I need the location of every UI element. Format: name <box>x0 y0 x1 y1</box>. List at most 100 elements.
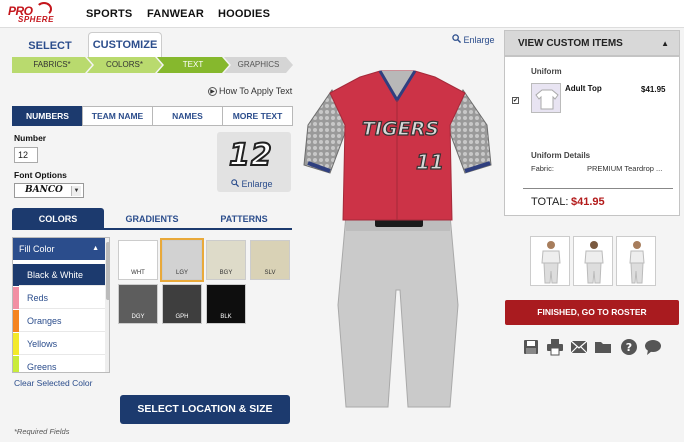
view-thumb-front[interactable] <box>530 236 570 286</box>
tab-gradients[interactable]: GRADIENTS <box>112 208 192 230</box>
view-thumb-side[interactable] <box>616 236 656 286</box>
swatch-code: BLK <box>220 314 232 320</box>
fill-color-header[interactable]: Fill Color ▲ <box>13 238 105 260</box>
total-label: TOTAL: <box>531 196 569 208</box>
step-progress: FABRICS* COLORS* TEXT GRAPHICS <box>12 57 293 73</box>
step-graphics[interactable]: GRAPHICS <box>224 57 293 73</box>
tab-team-name[interactable]: TEAM NAME <box>82 106 153 126</box>
text-subtabs: NUMBERS TEAM NAME NAMES MORE TEXT <box>12 106 293 126</box>
font-select-value: BANCO <box>25 185 63 195</box>
save-icon[interactable] <box>522 338 540 356</box>
fill-color-list: Fill Color ▲ Black & White Reds Oranges … <box>12 237 110 373</box>
fill-item-label: Black & White <box>27 270 84 280</box>
swatch-code: BGY <box>219 270 233 276</box>
number-preview: 12 Enlarge <box>217 132 291 192</box>
font-select[interactable]: BANCO ▼ <box>14 183 84 198</box>
fill-item-label: Yellows <box>27 339 58 349</box>
swatch-slv[interactable]: SLV <box>250 240 290 280</box>
swatch-marker <box>13 356 19 372</box>
jersey-number: 11 <box>416 150 444 174</box>
play-icon: ▶ <box>208 87 217 97</box>
tab-select[interactable]: SELECT <box>14 36 86 56</box>
how-to-apply-link[interactable]: ▶ How To Apply Text <box>208 86 293 97</box>
swatch-marker <box>13 310 19 332</box>
chat-icon[interactable] <box>644 338 662 356</box>
step-text[interactable]: TEXT <box>157 57 229 73</box>
brand-logo[interactable]: PRO SPHERE <box>8 2 70 26</box>
fabric-label: Fabric: <box>531 164 554 173</box>
swatch-lgy[interactable]: LGY <box>160 238 204 282</box>
folder-icon[interactable] <box>594 338 612 356</box>
zoom-icon <box>231 179 240 188</box>
item-checkbox[interactable]: ✔ <box>512 97 519 104</box>
color-tabs: COLORS GRADIENTS PATTERNS <box>12 208 292 230</box>
nav-sports[interactable]: SPORTS <box>86 8 132 20</box>
swatch-dgy[interactable]: DGY <box>118 284 158 324</box>
view-custom-items-header[interactable]: VIEW CUSTOM ITEMS ▲ <box>504 30 680 56</box>
swatch-marker <box>13 333 19 355</box>
swatch-marker <box>13 264 19 286</box>
svg-text:?: ? <box>626 341 632 354</box>
help-icon[interactable]: ? <box>620 338 638 356</box>
swatch-code: GPH <box>175 314 189 320</box>
step-fabrics[interactable]: FABRICS* <box>12 57 92 73</box>
fill-item-oranges[interactable]: Oranges <box>13 310 105 332</box>
jersey-team-text: TIGERS <box>362 118 439 140</box>
enlarge-link[interactable]: Enlarge <box>452 34 495 45</box>
tab-names[interactable]: NAMES <box>152 106 223 126</box>
swatch-marker <box>13 287 19 309</box>
clear-selected-color-link[interactable]: Clear Selected Color <box>14 378 92 388</box>
logo-swoosh <box>36 2 52 16</box>
swatch-gph[interactable]: GPH <box>162 284 202 324</box>
fill-item-label: Reds <box>27 293 49 303</box>
number-input[interactable]: 12 <box>14 147 38 163</box>
item-name: Adult Top <box>565 84 602 93</box>
preview-enlarge-label: Enlarge <box>241 179 273 189</box>
logo-subtext: SPHERE <box>18 15 54 24</box>
swatch-bgy[interactable]: BGY <box>206 240 246 280</box>
swatch-blk[interactable]: BLK <box>206 284 246 324</box>
view-thumb-back[interactable] <box>573 236 613 286</box>
fill-item-greens[interactable]: Greens <box>13 356 105 372</box>
fill-item-label: Oranges <box>27 316 62 326</box>
chevron-down-icon: ▼ <box>71 186 81 196</box>
how-to-label: How To Apply Text <box>219 86 293 96</box>
preview-number: 12 <box>228 137 273 174</box>
enlarge-label: Enlarge <box>463 35 495 45</box>
player-side-icon <box>629 241 645 284</box>
swatch-wht[interactable]: WHT <box>118 240 158 280</box>
swatch-code: SLV <box>264 270 276 276</box>
tab-colors[interactable]: COLORS <box>12 208 104 230</box>
nav-fanwear[interactable]: FANWEAR <box>147 8 204 20</box>
nav-hoodies[interactable]: HOODIES <box>218 8 270 20</box>
uniform-section-title: Uniform <box>531 67 562 76</box>
fabric-value: PREMIUM Teardrop ... <box>587 164 663 173</box>
select-location-size-button[interactable]: SELECT LOCATION & SIZE <box>120 395 290 424</box>
custom-items-panel: Uniform ✔ Adult Top $41.95 Uniform Detai… <box>504 56 680 216</box>
tab-customize[interactable]: CUSTOMIZE <box>88 32 162 57</box>
zoom-icon <box>452 34 462 44</box>
preview-enlarge-link[interactable]: Enlarge <box>231 179 273 189</box>
swatch-code: LGY <box>175 270 188 276</box>
uniform-pants <box>337 214 459 408</box>
view-custom-items-title: VIEW CUSTOM ITEMS <box>518 38 623 49</box>
fill-item-yellows[interactable]: Yellows <box>13 333 105 355</box>
step-colors[interactable]: COLORS* <box>87 57 162 73</box>
total-value: $41.95 <box>571 196 605 208</box>
fill-item-label: Greens <box>27 362 57 372</box>
tab-numbers[interactable]: NUMBERS <box>12 106 83 126</box>
finished-go-to-roster-button[interactable]: FINISHED, GO TO ROSTER <box>505 300 679 325</box>
fill-item-reds[interactable]: Reds <box>13 287 105 309</box>
item-thumbnail[interactable] <box>531 83 561 113</box>
fill-item-black-white[interactable]: Black & White <box>13 264 105 286</box>
swatch-code: DGY <box>131 314 145 320</box>
tab-patterns[interactable]: PATTERNS <box>202 208 286 230</box>
uniform-preview: TIGERS 11 <box>303 70 492 408</box>
chevron-up-icon: ▲ <box>92 245 99 252</box>
print-icon[interactable] <box>546 338 564 356</box>
swatch-code: WHT <box>131 270 145 276</box>
scroll-thumb[interactable] <box>106 242 109 300</box>
email-icon[interactable] <box>570 338 588 356</box>
player-back-icon <box>584 241 604 284</box>
tab-more-text[interactable]: MORE TEXT <box>222 106 293 126</box>
